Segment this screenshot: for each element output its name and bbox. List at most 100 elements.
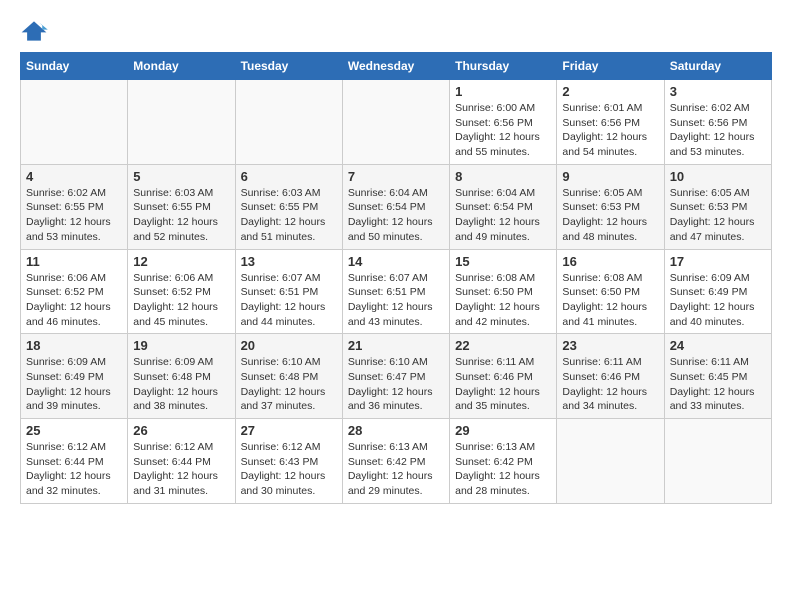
week-row-1: 1 Sunrise: 6:00 AMSunset: 6:56 PMDaylight… <box>21 80 772 165</box>
day-info: Sunrise: 6:07 AMSunset: 6:51 PMDaylight:… <box>241 271 337 330</box>
day-info: Sunrise: 6:12 AMSunset: 6:44 PMDaylight:… <box>26 440 122 499</box>
day-info: Sunrise: 6:11 AMSunset: 6:46 PMDaylight:… <box>455 355 551 414</box>
day-number: 16 <box>562 254 658 269</box>
day-info: Sunrise: 6:01 AMSunset: 6:56 PMDaylight:… <box>562 101 658 160</box>
day-info: Sunrise: 6:05 AMSunset: 6:53 PMDaylight:… <box>670 186 766 245</box>
page-header <box>20 20 772 42</box>
day-number: 1 <box>455 84 551 99</box>
day-header-tuesday: Tuesday <box>235 53 342 80</box>
empty-cell <box>235 80 342 165</box>
day-number: 22 <box>455 338 551 353</box>
day-info: Sunrise: 6:11 AMSunset: 6:46 PMDaylight:… <box>562 355 658 414</box>
empty-cell <box>128 80 235 165</box>
day-cell-11: 11Sunrise: 6:06 AMSunset: 6:52 PMDayligh… <box>21 249 128 334</box>
day-cell-7: 7 Sunrise: 6:04 AMSunset: 6:54 PMDaylight… <box>342 164 449 249</box>
day-number: 3 <box>670 84 766 99</box>
day-number: 23 <box>562 338 658 353</box>
day-cell-25: 25 Sunrise: 6:12 AMSunset: 6:44 PMDayligh… <box>21 419 128 504</box>
week-row-5: 25 Sunrise: 6:12 AMSunset: 6:44 PMDayligh… <box>21 419 772 504</box>
day-number: 18 <box>26 338 122 353</box>
day-number: 28 <box>348 423 444 438</box>
day-cell-15: 15Sunrise: 6:08 AMSunset: 6:50 PMDayligh… <box>450 249 557 334</box>
day-cell-6: 6 Sunrise: 6:03 AMSunset: 6:55 PMDaylight… <box>235 164 342 249</box>
day-info: Sunrise: 6:09 AMSunset: 6:48 PMDaylight:… <box>133 355 229 414</box>
day-number: 8 <box>455 169 551 184</box>
day-number: 2 <box>562 84 658 99</box>
day-header-friday: Friday <box>557 53 664 80</box>
day-number: 11 <box>26 254 122 269</box>
day-number: 7 <box>348 169 444 184</box>
day-cell-5: 5 Sunrise: 6:03 AMSunset: 6:55 PMDaylight… <box>128 164 235 249</box>
day-cell-2: 2 Sunrise: 6:01 AMSunset: 6:56 PMDaylight… <box>557 80 664 165</box>
empty-cell <box>342 80 449 165</box>
logo <box>20 20 52 42</box>
day-number: 9 <box>562 169 658 184</box>
day-number: 21 <box>348 338 444 353</box>
day-number: 29 <box>455 423 551 438</box>
day-info: Sunrise: 6:06 AMSunset: 6:52 PMDaylight:… <box>133 271 229 330</box>
day-info: Sunrise: 6:12 AMSunset: 6:43 PMDaylight:… <box>241 440 337 499</box>
day-cell-9: 9 Sunrise: 6:05 AMSunset: 6:53 PMDaylight… <box>557 164 664 249</box>
day-cell-12: 12 Sunrise: 6:06 AMSunset: 6:52 PMDayligh… <box>128 249 235 334</box>
day-info: Sunrise: 6:02 AMSunset: 6:55 PMDaylight:… <box>26 186 122 245</box>
day-number: 27 <box>241 423 337 438</box>
day-info: Sunrise: 6:00 AMSunset: 6:56 PMDaylight:… <box>455 101 551 160</box>
day-cell-28: 28 Sunrise: 6:13 AMSunset: 6:42 PMDayligh… <box>342 419 449 504</box>
day-header-saturday: Saturday <box>664 53 771 80</box>
day-number: 25 <box>26 423 122 438</box>
day-cell-18: 18 Sunrise: 6:09 AMSunset: 6:49 PMDayligh… <box>21 334 128 419</box>
day-number: 10 <box>670 169 766 184</box>
day-cell-21: 21 Sunrise: 6:10 AMSunset: 6:47 PMDayligh… <box>342 334 449 419</box>
calendar-table: SundayMondayTuesdayWednesdayThursdayFrid… <box>20 52 772 504</box>
day-number: 6 <box>241 169 337 184</box>
day-header-sunday: Sunday <box>21 53 128 80</box>
day-number: 12 <box>133 254 229 269</box>
day-number: 13 <box>241 254 337 269</box>
day-info: Sunrise: 6:04 AMSunset: 6:54 PMDaylight:… <box>455 186 551 245</box>
day-cell-10: 10 Sunrise: 6:05 AMSunset: 6:53 PMDayligh… <box>664 164 771 249</box>
day-number: 4 <box>26 169 122 184</box>
day-info: Sunrise: 6:10 AMSunset: 6:47 PMDaylight:… <box>348 355 444 414</box>
day-info: Sunrise: 6:03 AMSunset: 6:55 PMDaylight:… <box>241 186 337 245</box>
day-header-monday: Monday <box>128 53 235 80</box>
day-cell-22: 22 Sunrise: 6:11 AMSunset: 6:46 PMDayligh… <box>450 334 557 419</box>
day-cell-26: 26Sunrise: 6:12 AMSunset: 6:44 PMDayligh… <box>128 419 235 504</box>
day-number: 15 <box>455 254 551 269</box>
day-info: Sunrise: 6:03 AMSunset: 6:55 PMDaylight:… <box>133 186 229 245</box>
day-cell-20: 20 Sunrise: 6:10 AMSunset: 6:48 PMDayligh… <box>235 334 342 419</box>
empty-cell <box>21 80 128 165</box>
day-cell-4: 4 Sunrise: 6:02 AMSunset: 6:55 PMDaylight… <box>21 164 128 249</box>
week-row-2: 4 Sunrise: 6:02 AMSunset: 6:55 PMDaylight… <box>21 164 772 249</box>
day-info: Sunrise: 6:07 AMSunset: 6:51 PMDaylight:… <box>348 271 444 330</box>
day-info: Sunrise: 6:10 AMSunset: 6:48 PMDaylight:… <box>241 355 337 414</box>
day-cell-13: 13 Sunrise: 6:07 AMSunset: 6:51 PMDayligh… <box>235 249 342 334</box>
week-row-4: 18 Sunrise: 6:09 AMSunset: 6:49 PMDayligh… <box>21 334 772 419</box>
day-number: 5 <box>133 169 229 184</box>
day-cell-14: 14 Sunrise: 6:07 AMSunset: 6:51 PMDayligh… <box>342 249 449 334</box>
empty-cell <box>664 419 771 504</box>
day-cell-8: 8 Sunrise: 6:04 AMSunset: 6:54 PMDaylight… <box>450 164 557 249</box>
day-info: Sunrise: 6:08 AMSunset: 6:50 PMDaylight:… <box>562 271 658 330</box>
day-info: Sunrise: 6:02 AMSunset: 6:56 PMDaylight:… <box>670 101 766 160</box>
day-cell-3: 3 Sunrise: 6:02 AMSunset: 6:56 PMDaylight… <box>664 80 771 165</box>
day-info: Sunrise: 6:05 AMSunset: 6:53 PMDaylight:… <box>562 186 658 245</box>
day-number: 14 <box>348 254 444 269</box>
day-header-row: SundayMondayTuesdayWednesdayThursdayFrid… <box>21 53 772 80</box>
day-cell-29: 29 Sunrise: 6:13 AMSunset: 6:42 PMDayligh… <box>450 419 557 504</box>
day-info: Sunrise: 6:09 AMSunset: 6:49 PMDaylight:… <box>26 355 122 414</box>
day-header-wednesday: Wednesday <box>342 53 449 80</box>
week-row-3: 11 Sunrise: 6:06 AMSunset: 6:52 PMDayligh… <box>21 249 772 334</box>
day-info: Sunrise: 6:13 AMSunset: 6:42 PMDaylight:… <box>348 440 444 499</box>
day-cell-23: 23 Sunrise: 6:11 AMSunset: 6:46 PMDayligh… <box>557 334 664 419</box>
day-number: 20 <box>241 338 337 353</box>
day-info: Sunrise: 6:13 AMSunset: 6:42 PMDaylight:… <box>455 440 551 499</box>
day-header-thursday: Thursday <box>450 53 557 80</box>
day-info: Sunrise: 6:12 AMSunset: 6:44 PMDaylight:… <box>133 440 229 499</box>
day-cell-1: 1 Sunrise: 6:00 AMSunset: 6:56 PMDaylight… <box>450 80 557 165</box>
day-cell-16: 16 Sunrise: 6:08 AMSunset: 6:50 PMDayligh… <box>557 249 664 334</box>
day-number: 17 <box>670 254 766 269</box>
day-cell-19: 19Sunrise: 6:09 AMSunset: 6:48 PMDayligh… <box>128 334 235 419</box>
day-cell-27: 27 Sunrise: 6:12 AMSunset: 6:43 PMDayligh… <box>235 419 342 504</box>
day-number: 24 <box>670 338 766 353</box>
day-info: Sunrise: 6:04 AMSunset: 6:54 PMDaylight:… <box>348 186 444 245</box>
